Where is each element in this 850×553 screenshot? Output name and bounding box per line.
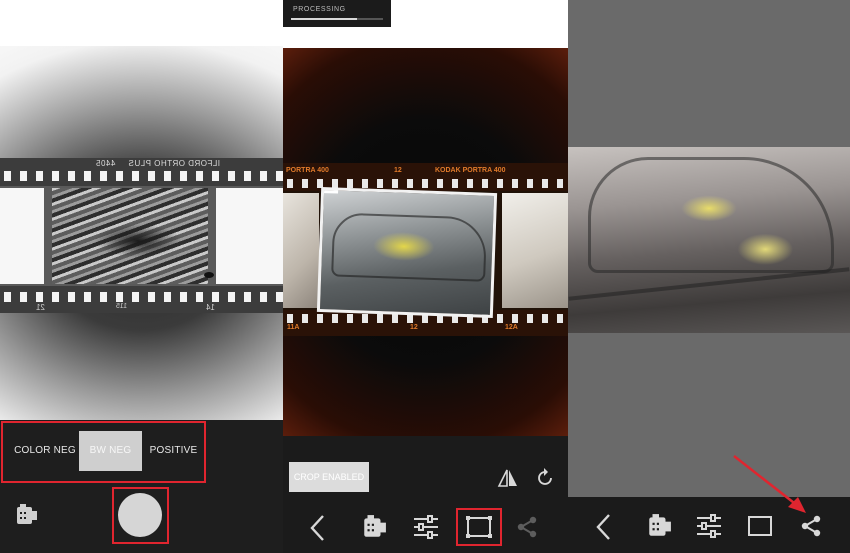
film-frame-number: 21 [36, 303, 45, 312]
annotation-arrow-icon [733, 455, 806, 513]
processing-progress-track [291, 18, 383, 20]
frame-left [283, 193, 319, 308]
rotate-icon[interactable] [534, 467, 556, 489]
chevron-left-icon[interactable] [595, 513, 613, 541]
sliders-icon[interactable] [413, 515, 439, 539]
frame-label-center: 12 [410, 324, 418, 331]
crop-selection[interactable] [316, 186, 498, 319]
film-edge-code: 4405 [95, 159, 116, 168]
frame-right [216, 188, 283, 284]
sliders-icon[interactable] [696, 514, 722, 538]
chevron-left-icon[interactable] [309, 514, 327, 542]
film-canister-icon[interactable] [14, 503, 38, 527]
result-panel [568, 0, 850, 553]
mode-selector-highlight [1, 421, 206, 483]
film-edge-text-right: KODAK PORTRA 400 [435, 167, 506, 174]
film-edge-code-bottom: 115 [116, 303, 128, 310]
shutter-highlight [112, 487, 169, 544]
frame-left [0, 188, 44, 284]
flip-icon[interactable] [497, 467, 519, 489]
crop-panel: PROCESSING PORTRA 400 12 KODAK PORTRA 40… [283, 0, 568, 553]
crop-enabled-button[interactable]: CROP ENABLED [289, 462, 369, 492]
film-frame-number-right: 14 [206, 303, 215, 312]
frame-right [502, 193, 568, 308]
crop-tool-highlight [456, 508, 502, 546]
film-strip: ILFORD ORTHO PLUS 4405 21 115 14 [0, 158, 283, 313]
film-canister-icon[interactable] [646, 513, 672, 539]
frame-label-right: 12A [505, 324, 518, 331]
top-margin [0, 0, 283, 46]
processing-progress-fill [291, 18, 358, 20]
film-edge-text-left: PORTRA 400 [286, 167, 329, 174]
bw-capture-panel: ILFORD ORTHO PLUS 4405 21 115 14 COLOR N… [0, 0, 283, 553]
film-canister-icon[interactable] [361, 514, 387, 540]
frame-center-water-image [52, 188, 208, 284]
film-frame-number: 12 [394, 167, 402, 174]
result-photo [568, 147, 850, 333]
film-edge-text: ILFORD ORTHO PLUS [128, 159, 220, 168]
share-icon [515, 515, 539, 539]
processing-indicator: PROCESSING [283, 0, 391, 27]
processing-label: PROCESSING [293, 6, 346, 13]
frame-label-left: 11A [287, 324, 300, 331]
